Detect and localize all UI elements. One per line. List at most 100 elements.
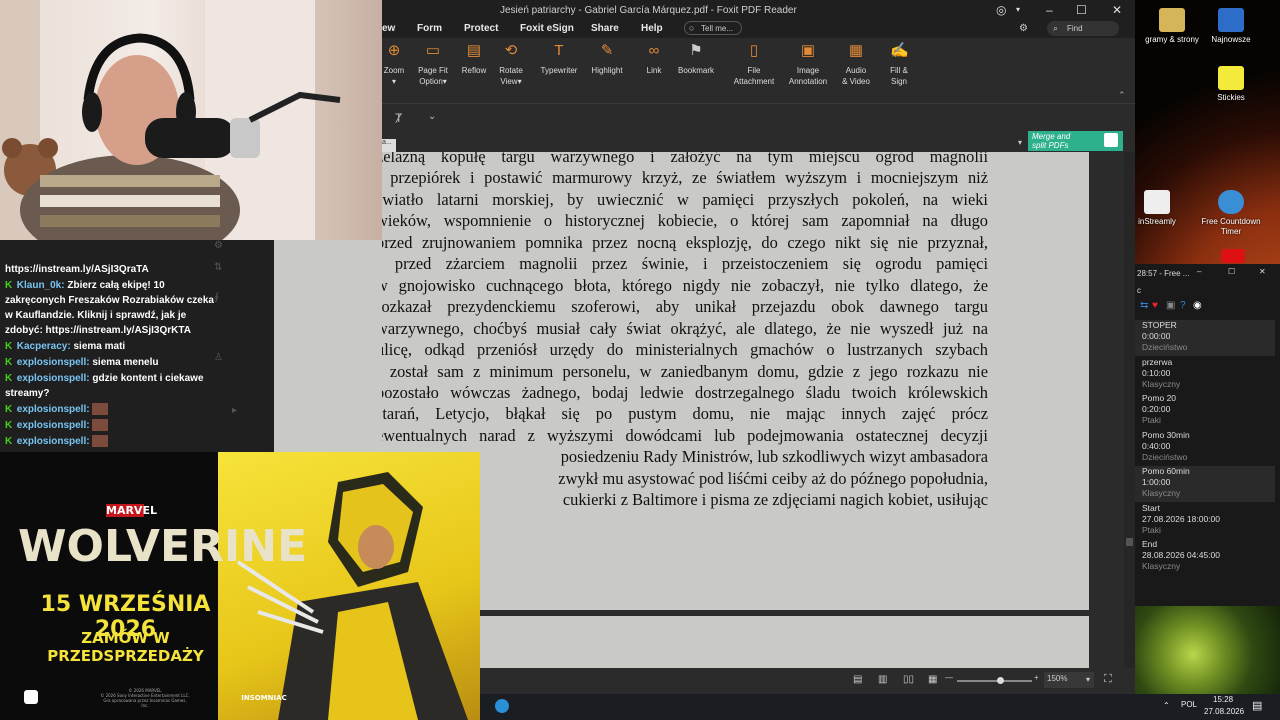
timer-row[interactable]: przerwa 0:10:00 Klasyczny xyxy=(1135,357,1275,393)
help-icon[interactable]: ? xyxy=(1180,300,1186,311)
single-page-icon[interactable]: ▤ xyxy=(853,674,862,685)
user-icon[interactable]: ♙ xyxy=(214,352,223,363)
zoom-slider[interactable] xyxy=(957,677,1032,684)
zoom-in-icon[interactable]: + xyxy=(1034,673,1039,682)
ad-legal: © 2026 MARVEL © 2026 Sony Interactive En… xyxy=(100,688,190,708)
menu-form[interactable]: Form xyxy=(417,23,442,34)
save-icon[interactable]: ▣ xyxy=(1166,300,1175,311)
timer-name: STOPER xyxy=(1142,320,1177,330)
image-annotation-icon: ▣ xyxy=(800,42,816,59)
dropdown-icon[interactable]: ◉ xyxy=(1193,300,1202,311)
heart-icon[interactable]: ♥ xyxy=(1152,300,1158,311)
chevron-down-icon[interactable]: ⌄ xyxy=(428,111,436,122)
chat-username[interactable]: explosionspell: xyxy=(14,436,92,447)
find-input[interactable]: ⌕ Find xyxy=(1047,21,1119,36)
app-icon[interactable] xyxy=(1221,249,1245,263)
kick-badge-icon: K xyxy=(5,373,13,384)
zoom-select[interactable]: 150% ▾ xyxy=(1044,672,1094,688)
scrollbar-thumb[interactable] xyxy=(1126,538,1133,546)
continuous-facing-icon[interactable]: ▦ xyxy=(928,674,937,685)
rotate-view-tool[interactable]: ⟲ Rotate View▾ xyxy=(496,42,526,87)
arrows-icon[interactable]: ⇅ xyxy=(214,262,222,273)
chat-emote xyxy=(92,403,109,416)
chat-username[interactable]: explosionspell: xyxy=(14,404,92,415)
facing-page-icon[interactable]: ▯▯ xyxy=(903,674,914,685)
page-fit-tool[interactable]: ▭ Page Fit Option▾ xyxy=(412,42,454,87)
timer-row[interactable]: Pomo 20 0:20:00 Ptaki xyxy=(1135,393,1275,429)
minimize-button[interactable]: – xyxy=(1046,3,1053,17)
timer-row[interactable]: Pomo 60min 1:00:00 Klasyczny xyxy=(1135,466,1275,502)
countdown-timer-window: 28:57 - Free ... – ☐ ✕ c ⇆ ♥ ▣ ? ◉ STOPE… xyxy=(1135,264,1280,606)
zoom-out-icon[interactable]: — xyxy=(945,673,953,682)
clock-date[interactable]: 27.08.2026 xyxy=(1204,707,1244,716)
vertical-scrollbar[interactable] xyxy=(1124,152,1135,668)
banner-dropdown-icon[interactable]: ▾ xyxy=(1018,138,1022,147)
chat-username[interactable]: explosionspell: xyxy=(14,420,92,431)
attach-icon[interactable]: ∮ xyxy=(214,292,219,303)
chat-username[interactable]: explosionspell: xyxy=(14,373,92,384)
file-attachment-tool[interactable]: ▯ File Attachment xyxy=(731,42,777,87)
menu-protect[interactable]: Protect xyxy=(464,23,498,34)
timer-row[interactable]: STOPER 0:00:00 Dzieciństwo xyxy=(1135,320,1275,356)
insomniac-logo: INSOMNIAC xyxy=(241,694,287,702)
timer-sub: Dzieciństwo xyxy=(1142,451,1188,462)
reflow-tool[interactable]: ▤ Reflow xyxy=(459,42,489,76)
chevron-down-icon: ▾ xyxy=(1085,675,1090,684)
minimize-button[interactable]: – xyxy=(1197,267,1201,276)
desktop-icon[interactable]: Free Countdown Timer xyxy=(1195,190,1267,237)
timer-row[interactable]: End 28.08.2026 04:45:00 Klasyczny xyxy=(1135,539,1275,575)
clock-time[interactable]: 15:28 xyxy=(1213,695,1233,704)
zoom-tool[interactable]: ⊕ Zoom ▾ xyxy=(382,42,406,87)
link-tool[interactable]: ∞ Link xyxy=(642,42,666,76)
bookmark-tool[interactable]: ⚑ Bookmark xyxy=(676,42,716,76)
timer-name: Start xyxy=(1142,502,1160,513)
ad-yellow-panel xyxy=(218,452,480,720)
image-annotation-tool[interactable]: ▣ Image Annotation xyxy=(786,42,830,87)
timer-app-taskbar-icon[interactable] xyxy=(495,699,509,713)
secondary-toolbar: Ⱦ ⌄ xyxy=(382,105,1135,132)
chat-username[interactable]: explosionspell: xyxy=(14,357,92,368)
merge-split-banner[interactable]: Merge and split PDFs xyxy=(1028,131,1123,151)
menu-help[interactable]: Help xyxy=(641,23,663,34)
notification-icon[interactable]: ▤ xyxy=(1252,699,1262,712)
timer-row[interactable]: Pomo 30min 0:40:00 Dzieciństwo xyxy=(1135,430,1275,466)
menu-view[interactable]: ew xyxy=(382,23,395,34)
typewriter-tool[interactable]: T Typewriter xyxy=(539,42,579,76)
continuous-page-icon[interactable]: ▥ xyxy=(878,674,887,685)
expand-icon[interactable]: ▸ xyxy=(232,405,237,416)
search-options-icon[interactable]: ⚙ xyxy=(1019,23,1028,34)
chat-sidebar-icons: ⚙ ⇅ ∮ ♙ ▸ xyxy=(205,240,237,452)
close-button[interactable]: ✕ xyxy=(1112,3,1122,17)
close-button[interactable]: ✕ xyxy=(1259,267,1266,276)
share-icon[interactable]: ⇆ xyxy=(1140,300,1148,311)
text-select-icon[interactable]: Ⱦ xyxy=(395,111,402,125)
fullscreen-icon[interactable]: ⛶ xyxy=(1104,673,1112,686)
chat-username[interactable]: Kacperacy: xyxy=(14,341,73,352)
ad-cta[interactable]: ZAMÓW W PRZEDSPRZEDAŻY xyxy=(18,629,233,665)
fill-sign-tool[interactable]: ✍ Fill & Sign xyxy=(885,42,913,87)
search-icon: ⌕ xyxy=(1053,23,1059,33)
timer-sub: Dzieciństwo xyxy=(1142,342,1188,352)
collapse-ribbon-icon[interactable]: ⌃ xyxy=(1118,90,1126,101)
document-tab[interactable]: a... xyxy=(382,139,396,153)
desktop-icon[interactable]: Najnowsze xyxy=(1195,8,1267,45)
zoom-slider-handle[interactable] xyxy=(997,677,1004,684)
highlight-tool[interactable]: ✎ Highlight xyxy=(588,42,626,76)
menu-share[interactable]: Share xyxy=(591,23,619,34)
account-icon[interactable]: ◎ xyxy=(996,3,1006,17)
language-indicator[interactable]: POL xyxy=(1181,700,1197,709)
desktop-icon[interactable]: Stickies xyxy=(1195,66,1267,103)
timer-row[interactable]: Start 27.08.2026 18:00:00 Ptaki xyxy=(1135,503,1275,539)
maximize-button[interactable]: ☐ xyxy=(1076,3,1087,17)
settings-icon[interactable]: ⚙ xyxy=(214,240,223,251)
page-text-line: warzywnego, choćbyś musiał cały świat ok… xyxy=(376,318,988,338)
dropdown-icon[interactable]: ▾ xyxy=(1016,5,1020,14)
chevron-up-icon[interactable]: ⌃ xyxy=(1163,701,1170,710)
tell-me-box[interactable]: ○ Tell me... xyxy=(684,21,742,35)
maximize-button[interactable]: ☐ xyxy=(1228,267,1235,276)
typewriter-icon: T xyxy=(554,42,564,59)
chat-username[interactable]: Klaun_0k: xyxy=(14,280,67,291)
audio-video-tool[interactable]: ▦ Audio & Video xyxy=(841,42,871,87)
title-bar: Jesień patriarchy - Gabriel García Márqu… xyxy=(382,0,1135,20)
menu-foxit-esign[interactable]: Foxit eSign xyxy=(520,23,574,34)
